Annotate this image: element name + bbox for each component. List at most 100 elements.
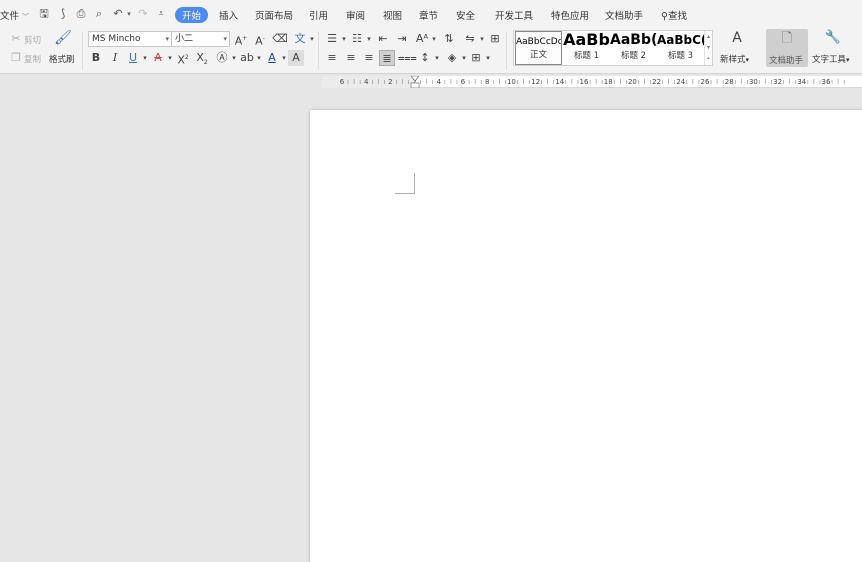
tab-section[interactable]: 章节 [419, 8, 438, 22]
cut-icon[interactable]: ✂ [8, 31, 24, 47]
menu-bar: 文件 ﹀ 🖫 ⟆ ⎙ ⌕ ↶ ▾ ↷ ⩡ 开始 插入 页面布局 引用 审阅 视图… [0, 0, 862, 28]
search-icon: ⚲ [661, 11, 668, 22]
clear-formatting-icon[interactable]: ⌫ [272, 31, 288, 47]
new-style-text: 新样式 [720, 55, 746, 65]
print-preview-icon[interactable]: ⌕ [92, 7, 106, 21]
ruler-label: 4 [364, 78, 369, 86]
tab-home[interactable]: 开始 [175, 7, 209, 23]
new-style-icon[interactable]: A [728, 30, 746, 48]
superscript-icon[interactable]: X2 [175, 50, 191, 67]
style-normal[interactable]: AaBbCcDd 正文 [515, 31, 562, 65]
doc-assistant-label: 文档助手 [769, 56, 804, 66]
tab-view[interactable]: 视图 [383, 8, 402, 22]
wps-writer-window: 文件 ﹀ 🖫 ⟆ ⎙ ⌕ ↶ ▾ ↷ ⩡ 开始 插入 页面布局 引用 审阅 视图… [0, 0, 862, 562]
sort-icon[interactable]: ⇅ [441, 31, 457, 47]
ruler-label: 24 [676, 78, 685, 86]
distributed-align-icon[interactable]: ⩶ [398, 50, 417, 66]
bold-icon[interactable]: B [88, 50, 104, 66]
redo-icon[interactable]: ↷ [136, 7, 150, 21]
save-icon[interactable]: 🖫 [37, 7, 51, 21]
decrease-indent-icon[interactable]: ⇤ [375, 31, 391, 47]
style-preview: AaBbCcDd [516, 37, 561, 47]
show-hide-marks-icon[interactable]: ⊞ [487, 31, 503, 47]
chevron-down-icon: ▾ [223, 35, 227, 43]
align-left-icon[interactable]: ≡ [324, 50, 340, 66]
shrink-font-icon[interactable]: A- [252, 31, 268, 48]
ruler-label: 6 [461, 78, 466, 86]
document-page[interactable] [310, 110, 862, 562]
text-tools-label[interactable]: 文字工具▾ [812, 53, 850, 65]
format-painter-icon[interactable]: 🖌 [54, 30, 72, 48]
wrench-icon[interactable]: 🔧 [824, 30, 842, 48]
new-style-label[interactable]: 新样式▾ [720, 53, 749, 65]
style-gallery: AaBbCcDd 正文 AaBb 标题 1 AaBb( 标题 2 AaBbC( … [513, 30, 713, 66]
align-right-icon[interactable]: ≡ [361, 50, 377, 66]
grow-font-icon[interactable]: A+ [233, 31, 249, 48]
font-family-select[interactable]: MS Mincho ▾ [88, 31, 172, 47]
line-spacing-dropdown-icon[interactable]: ▾ [429, 50, 445, 66]
chevron-down-icon: ▾ [165, 35, 169, 43]
ruler-margin [322, 76, 415, 88]
ruler-ticks: 6 4 2 2 4 6 8 10 12 14 16 18 20 22 24 26 28 30 32 34 36 [322, 76, 845, 88]
tab-page-layout[interactable]: 页面布局 [255, 8, 293, 22]
increase-indent-icon[interactable]: ⇥ [394, 31, 410, 47]
style-heading-2[interactable]: AaBb( 标题 2 [610, 31, 657, 65]
style-heading-1[interactable]: AaBb 标题 1 [563, 31, 610, 65]
font-size-select[interactable]: 小二 ▾ [171, 31, 230, 47]
borders-dropdown-icon[interactable]: ▾ [480, 50, 496, 66]
ruler-label: 36 [822, 78, 831, 86]
ruler-label: 26 [701, 78, 710, 86]
font-size-value: 小二 [175, 34, 194, 44]
tab-security[interactable]: 安全 [456, 8, 475, 22]
style-gallery-scroller[interactable]: ▴ ▾ ⩡ [704, 31, 712, 65]
italic-icon[interactable]: I [107, 50, 123, 66]
file-menu[interactable]: 文件 ﹀ [0, 8, 29, 22]
tab-review[interactable]: 审阅 [346, 8, 365, 22]
tab-special-apps[interactable]: 特色应用 [551, 8, 589, 22]
style-name: 标题 2 [620, 51, 647, 61]
ruler-label: 8 [485, 78, 489, 86]
undo-dropdown-icon[interactable]: ▾ [122, 7, 136, 21]
align-center-icon[interactable]: ≡ [343, 50, 359, 66]
subscript-icon[interactable]: X2 [194, 50, 210, 66]
ruler-label: 10 [507, 78, 516, 86]
print-icon[interactable]: ⎙ [74, 7, 88, 21]
style-heading-3[interactable]: AaBbC( 标题 3 [657, 31, 704, 65]
change-case-dropdown-icon[interactable]: ▾ [426, 31, 442, 47]
tab-doc-assistant[interactable]: 文档助手 [605, 8, 643, 22]
cut-label[interactable]: 剪切 [24, 34, 41, 46]
style-preview: AaBb( [610, 32, 657, 48]
copy-icon[interactable]: ❐ [8, 50, 24, 66]
style-name: 标题 3 [667, 51, 694, 61]
tab-insert[interactable]: 插入 [219, 8, 238, 22]
style-name: 正文 [529, 50, 547, 60]
doc-assistant-button[interactable]: 🗋 文档助手 [766, 29, 808, 67]
chevron-down-icon: ▾ [846, 56, 850, 64]
copy-label[interactable]: 复制 [24, 53, 41, 65]
text-tools-text: 文字工具 [812, 55, 847, 65]
style-name: 标题 1 [573, 51, 600, 61]
ruler-label: 18 [604, 78, 613, 86]
customize-quick-access-icon[interactable]: ⩡ [154, 7, 168, 21]
ruler-label: 30 [749, 78, 758, 86]
ruler-label: 2 [388, 78, 392, 86]
ruler-label: 6 [340, 78, 345, 86]
chevron-down-icon: ﹀ [22, 13, 30, 21]
horizontal-ruler[interactable]: 6 4 2 2 4 6 8 10 12 14 16 18 20 22 24 26 28 30 32 34 36 [322, 76, 862, 88]
font-family-value: MS Mincho [92, 34, 141, 44]
style-preview: AaBbC( [657, 33, 704, 47]
ruler-label: 28 [725, 78, 734, 86]
style-preview: AaBb [563, 31, 610, 49]
search-button[interactable]: ⚲查找 [661, 8, 687, 22]
character-shading-icon[interactable]: A [288, 50, 304, 66]
justify-icon[interactable]: ≣ [379, 50, 395, 66]
group-divider [506, 32, 507, 70]
ruler-label: 14 [555, 78, 564, 86]
format-painter-quick-icon[interactable]: ⟆ [56, 7, 70, 21]
ruler-label: 34 [797, 78, 806, 86]
ruler-label: 22 [652, 78, 661, 86]
group-divider [82, 32, 83, 70]
format-painter-label[interactable]: 格式刷 [49, 53, 75, 65]
tab-references[interactable]: 引用 [309, 8, 328, 22]
tab-developer-tools[interactable]: 开发工具 [495, 8, 533, 22]
